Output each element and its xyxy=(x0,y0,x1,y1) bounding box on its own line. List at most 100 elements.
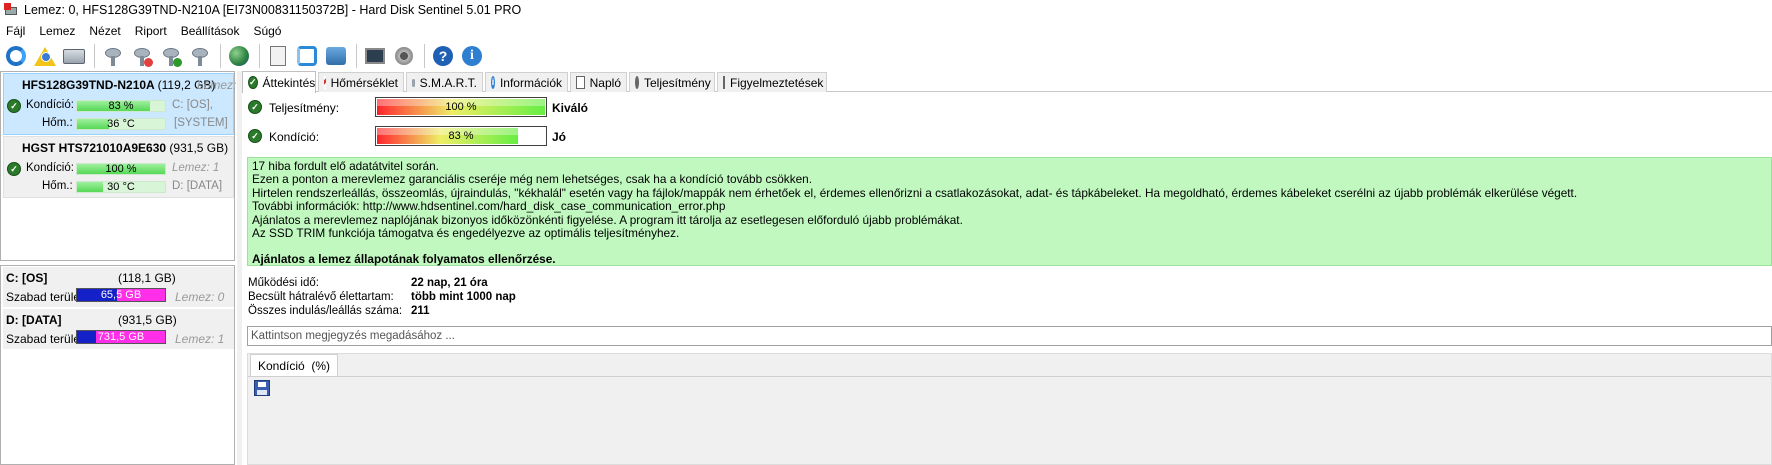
condition-rating: Jó xyxy=(552,130,567,144)
ok-check-icon: ✓ xyxy=(248,129,262,143)
menu-disk[interactable]: Lemez xyxy=(32,24,82,38)
title-bar: Lemez: 0, HFS128G39TND-N210A [EI73N00831… xyxy=(0,0,1772,20)
wrench-icon[interactable] xyxy=(188,44,212,68)
tab-alerts[interactable]: Figyelmeztetések xyxy=(717,72,827,92)
toolbar-separator xyxy=(424,44,425,68)
condition-label: Kondíció: xyxy=(26,162,74,174)
chart-panel: Kondíció (%) xyxy=(247,353,1772,465)
partition-item-1[interactable]: D: [DATA] (931,5 GB) Szabad terület 731,… xyxy=(3,309,234,349)
remaining-lifetime-value: több mint 1000 nap xyxy=(411,291,516,303)
remaining-lifetime-label: Becsült hátralévő élettartam: xyxy=(248,291,394,303)
message-line: Ajánlatos a merevlemez naplójának bizony… xyxy=(252,212,963,227)
thermometer-icon xyxy=(324,76,326,89)
wrench-ok-icon[interactable] xyxy=(159,44,183,68)
disk-icon[interactable] xyxy=(62,44,86,68)
message-recommendation: Ajánlatos a lemez állapotának folyamatos… xyxy=(252,252,556,267)
free-space-label: Szabad terület xyxy=(6,290,84,304)
message-line: Hirtelen rendszerleállás, összeomlás, új… xyxy=(252,185,1578,200)
partition-disk: Lemez: 1 xyxy=(175,332,225,346)
monitor-icon[interactable] xyxy=(363,44,387,68)
message-line: Az SSD TRIM funkciója támogatva és enged… xyxy=(252,226,680,241)
network-icon[interactable] xyxy=(324,44,348,68)
speaker-icon[interactable] xyxy=(392,44,416,68)
disk-partitions: C: [OS], xyxy=(172,99,213,111)
condition-label: Kondíció: xyxy=(269,130,320,144)
tab-smart[interactable]: S.M.A.R.T. xyxy=(406,72,483,92)
condition-bar: 83 % xyxy=(375,126,547,146)
menu-settings[interactable]: Beállítások xyxy=(174,24,247,38)
info-icon: i xyxy=(491,76,495,89)
tab-condition-chart[interactable]: Kondíció (%) xyxy=(250,354,339,376)
condition-bar: 100 % xyxy=(76,163,166,175)
partition-name: C: [OS] xyxy=(6,271,48,285)
globe-icon[interactable] xyxy=(227,44,251,68)
condition-bar: 83 % xyxy=(76,100,166,112)
toolbar-separator xyxy=(259,44,260,68)
document-icon[interactable] xyxy=(266,44,290,68)
toolbar: ? i xyxy=(0,41,1772,71)
uptime-label: Működési idő: xyxy=(248,277,319,289)
menu-help[interactable]: Súgó xyxy=(246,24,288,38)
toolbar-separator xyxy=(94,44,95,68)
toolbar-separator xyxy=(356,44,357,68)
disk-partitions: D: [DATA] xyxy=(172,180,223,192)
refresh-icon[interactable] xyxy=(4,44,28,68)
condition-label: Kondíció: xyxy=(26,99,74,111)
menu-view[interactable]: Nézet xyxy=(82,24,127,38)
ok-check-icon: ✓ xyxy=(248,76,258,89)
warning-icon[interactable] xyxy=(33,44,57,68)
info-icon[interactable]: i xyxy=(460,44,484,68)
message-line: 17 hiba fordult elő adatátvitel során. xyxy=(252,159,439,173)
tab-performance[interactable]: Teljesítmény xyxy=(629,72,715,92)
tab-temperature[interactable]: Hőmérséklet xyxy=(318,72,404,92)
tab-log[interactable]: Napló xyxy=(570,72,627,92)
power-cycles-label: Összes indulás/leállás száma: xyxy=(248,305,403,317)
tab-divider xyxy=(248,376,1771,377)
tab-info[interactable]: i Információk xyxy=(485,72,568,92)
temperature-bar: 30 °C xyxy=(76,181,166,193)
partition-list: C: [OS] (118,1 GB) Szabad terület 65,5 G… xyxy=(0,265,235,465)
log-icon xyxy=(576,76,585,89)
tab-bar: ✓ Áttekintés Hőmérséklet S.M.A.R.T. i Info… xyxy=(242,71,1772,93)
ok-check-icon: ✓ xyxy=(7,162,21,176)
disk-name: HFS128G39TND-N210A (119,2 GB) xyxy=(22,78,216,92)
wrench-icon[interactable] xyxy=(101,44,125,68)
partition-name: D: [DATA] xyxy=(6,313,62,327)
disk-item-0[interactable]: HFS128G39TND-N210A (119,2 GB) Lemez: 0 ✓… xyxy=(3,73,246,135)
help-icon[interactable]: ? xyxy=(431,44,455,68)
toolbar-separator xyxy=(220,44,221,68)
wrench-icon[interactable] xyxy=(130,44,154,68)
disk-item-1[interactable]: HGST HTS721010A9E630 (931,5 GB) ✓ Kondíc… xyxy=(3,136,234,198)
comment-field[interactable]: Kattintson megjegyzés megadásához ... xyxy=(247,326,1772,346)
menu-report[interactable]: Riport xyxy=(128,24,174,38)
free-space-bar: 731,5 GB xyxy=(76,330,166,344)
tab-overview[interactable]: ✓ Áttekintés xyxy=(242,71,316,93)
menu-bar: Fájl Lemez Nézet Riport Beállítások Súgó xyxy=(0,21,1772,40)
free-space-bar: 65,5 GB xyxy=(76,288,166,302)
temperature-label: Hőm.: xyxy=(42,117,73,129)
save-icon[interactable] xyxy=(254,380,270,396)
performance-label: Teljesítmény: xyxy=(269,101,340,115)
menu-file[interactable]: Fájl xyxy=(0,24,32,38)
message-line: További információk: http://www.hdsentin… xyxy=(252,199,726,214)
ok-check-icon: ✓ xyxy=(248,100,262,114)
alerts-icon xyxy=(723,76,725,89)
free-space-label: Szabad terület xyxy=(6,332,84,346)
temperature-bar: 36 °C xyxy=(76,118,166,130)
disk-name: HGST HTS721010A9E630 (931,5 GB) xyxy=(22,141,229,155)
gauge-icon xyxy=(635,76,639,89)
power-cycles-value: 211 xyxy=(411,305,430,317)
disk-partitions-2: [SYSTEM] xyxy=(174,117,228,129)
performance-rating: Kiváló xyxy=(552,101,589,115)
disk-number: Lemez: 1 xyxy=(172,162,220,174)
disk-icon xyxy=(412,78,415,87)
message-line: Ezen a ponton a merevlemez garanciális c… xyxy=(252,172,813,187)
partition-item-0[interactable]: C: [OS] (118,1 GB) Szabad terület 65,5 G… xyxy=(3,267,234,307)
left-panel: HFS128G39TND-N210A (119,2 GB) Lemez: 0 ✓… xyxy=(0,71,246,465)
ok-check-icon: ✓ xyxy=(7,99,21,113)
window-title: Lemez: 0, HFS128G39TND-N210A [EI73N00831… xyxy=(24,3,522,17)
sync-icon[interactable] xyxy=(295,44,319,68)
uptime-value: 22 nap, 21 óra xyxy=(411,277,488,289)
disk-list: HFS128G39TND-N210A (119,2 GB) Lemez: 0 ✓… xyxy=(0,71,246,261)
status-message-box: 17 hiba fordult elő adatátvitel során. E… xyxy=(247,157,1772,266)
